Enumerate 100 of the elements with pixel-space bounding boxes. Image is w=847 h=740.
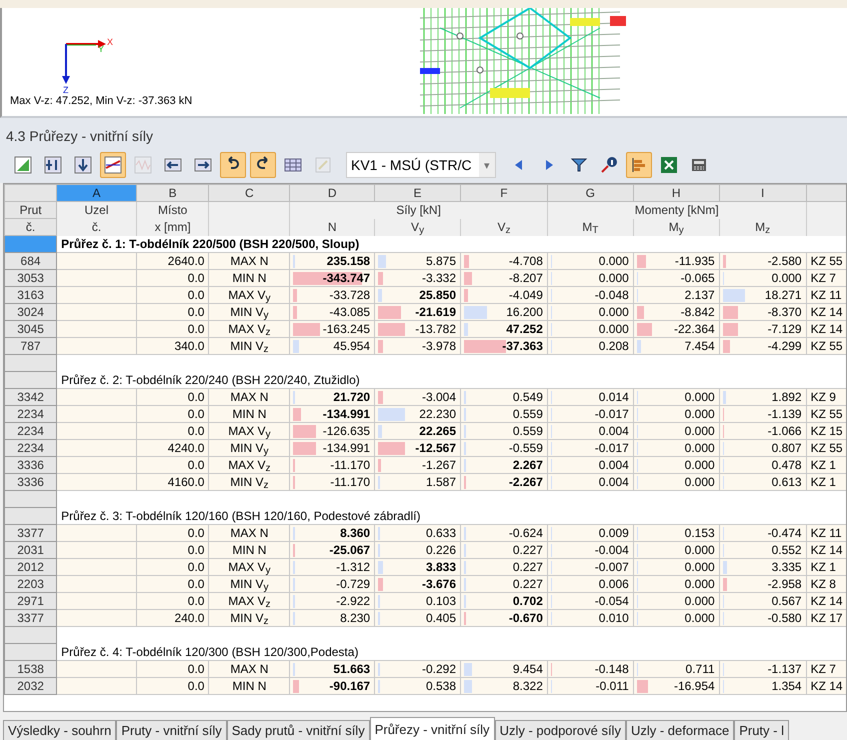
table-cell: KZ 14 xyxy=(806,592,846,610)
member-number[interactable]: 3053 xyxy=(4,270,57,286)
member-number[interactable]: 1538 xyxy=(4,660,57,678)
table-cell: 7.454 xyxy=(684,339,715,353)
table-cell: 2.267 xyxy=(512,458,543,472)
table-cell: 0.559 xyxy=(512,424,543,438)
table-cell: 0.000 xyxy=(684,475,715,489)
column-letter[interactable]: E xyxy=(374,184,460,202)
sheet-tab[interactable]: Průřezy - vnitřní síly xyxy=(370,717,495,740)
toolbar-button[interactable] xyxy=(100,152,126,178)
table-cell: 0.000 xyxy=(684,594,715,608)
column-letter[interactable]: A xyxy=(56,184,136,202)
table-cell: MIN V$_{z}$ xyxy=(208,474,290,490)
table-cell: 1.354 xyxy=(772,679,802,693)
toolbar-button[interactable] xyxy=(626,152,652,178)
table-cell: MIN V$_{y}$ xyxy=(208,304,290,320)
table-cell: -11.170 xyxy=(330,475,370,489)
table-cell: MIN V$_{z}$ xyxy=(208,338,290,354)
table-cell: MAX V$_{y}$ xyxy=(208,286,290,304)
column-letter[interactable]: G xyxy=(547,184,634,202)
member-number[interactable]: 684 xyxy=(4,252,57,270)
table-cell: -2.922 xyxy=(336,594,370,608)
table-cell: MAX V$_{z}$ xyxy=(208,320,290,338)
table-cell: 0.000 xyxy=(684,390,715,404)
table-cell: KZ 11 xyxy=(806,286,846,304)
member-number[interactable]: 787 xyxy=(4,338,57,354)
member-number[interactable]: 3024 xyxy=(4,304,57,320)
table-cell: 0.004 xyxy=(598,475,629,489)
member-number[interactable]: 2203 xyxy=(4,576,57,592)
member-number[interactable]: 2234 xyxy=(4,440,57,456)
table-cell: -4.299 xyxy=(768,339,802,353)
table-cell: -90.167 xyxy=(329,679,370,693)
member-number[interactable]: 2234 xyxy=(4,406,57,422)
sheet-tab[interactable]: Výsledky - souhrn xyxy=(3,720,116,740)
column-letter[interactable]: D xyxy=(290,184,375,202)
sheet-tab[interactable]: Sady prutů - vnitřní síly xyxy=(226,720,370,740)
member-number[interactable]: 3377 xyxy=(4,610,57,626)
table-cell: KZ 14 xyxy=(806,678,846,694)
table-cell: KZ 8 xyxy=(806,576,846,592)
column-letter[interactable]: C xyxy=(208,184,290,202)
table-cell: -0.065 xyxy=(680,271,715,285)
table-cell: -25.067 xyxy=(329,543,370,557)
table-cell: -134.991 xyxy=(322,407,370,421)
member-number[interactable]: 3377 xyxy=(4,524,57,542)
table-cell: MIN N xyxy=(208,406,290,422)
member-number[interactable]: 3342 xyxy=(4,388,57,406)
member-number[interactable]: 2012 xyxy=(4,558,57,576)
table-cell: -163.245 xyxy=(322,322,370,336)
table-cell: 0.004 xyxy=(598,424,629,438)
column-letter[interactable]: H xyxy=(633,184,720,202)
table-cell: 0.000 xyxy=(684,560,715,574)
table-cell: -0.580 xyxy=(768,611,802,625)
table-cell: MIN N xyxy=(208,270,290,286)
sheet-tab[interactable]: Uzly - podporové síly xyxy=(494,720,626,740)
column-letter[interactable]: I xyxy=(719,184,806,202)
table-cell: 0.478 xyxy=(772,458,802,472)
sheet-tab[interactable]: Pruty - l xyxy=(734,720,789,740)
table-cell: KZ 14 xyxy=(806,320,846,338)
table-cell: -343.747 xyxy=(322,271,370,285)
table-cell: 340.0 xyxy=(136,338,209,354)
table-cell: 0.000 xyxy=(684,611,715,625)
member-number[interactable]: 3163 xyxy=(4,286,57,304)
load-combination-dropdown[interactable]: KV1 - MSÚ (STR/C ▾ xyxy=(346,152,496,178)
column-letter[interactable]: B xyxy=(136,184,209,202)
toolbar-button[interactable] xyxy=(220,152,246,178)
sheet-tab[interactable]: Pruty - vnitřní síly xyxy=(116,720,227,740)
toolbar-button[interactable] xyxy=(250,152,276,178)
member-number[interactable]: 2031 xyxy=(4,542,57,558)
member-number[interactable]: 3045 xyxy=(4,320,57,338)
table-cell: 0.0 xyxy=(136,270,209,286)
member-number[interactable]: 3336 xyxy=(4,456,57,474)
table-cell: MIN V$_{z}$ xyxy=(208,610,290,626)
table-icon xyxy=(284,156,302,174)
calculator-icon xyxy=(690,156,708,174)
member-number[interactable]: 2971 xyxy=(4,592,57,610)
table-cell: KZ 14 xyxy=(806,304,846,320)
table-cell: 21.720 xyxy=(333,390,370,404)
column-header: M$_{T}$ xyxy=(547,218,634,236)
table-cell: -11.935 xyxy=(674,254,715,268)
table-cell: 235.158 xyxy=(326,254,370,268)
member-number[interactable]: 3336 xyxy=(4,474,57,490)
table-cell: 0.0 xyxy=(136,678,209,694)
table-cell: 0.0 xyxy=(136,524,209,542)
table-cell: -13.782 xyxy=(415,322,456,336)
table-cell: -12.567 xyxy=(415,441,456,455)
table-cell: 0.000 xyxy=(598,305,629,319)
table-cell: 0.0 xyxy=(136,286,209,304)
table-cell: 240.0 xyxy=(136,610,209,626)
table-cell: -1.137 xyxy=(768,662,802,676)
table-cell: 0.633 xyxy=(426,526,456,540)
member-number[interactable]: 2032 xyxy=(4,678,57,694)
column-letter[interactable]: F xyxy=(460,184,548,202)
table-cell: 2.137 xyxy=(684,288,715,302)
member-number[interactable]: 2234 xyxy=(4,422,57,440)
sheet-tab[interactable]: Uzly - deformace xyxy=(626,720,734,740)
table-cell: -2.958 xyxy=(768,577,802,591)
table-cell: 0.0 xyxy=(136,576,209,592)
table-cell: 0.0 xyxy=(136,542,209,558)
table-cell: -3.676 xyxy=(422,577,456,591)
table-cell: -0.148 xyxy=(594,662,629,676)
